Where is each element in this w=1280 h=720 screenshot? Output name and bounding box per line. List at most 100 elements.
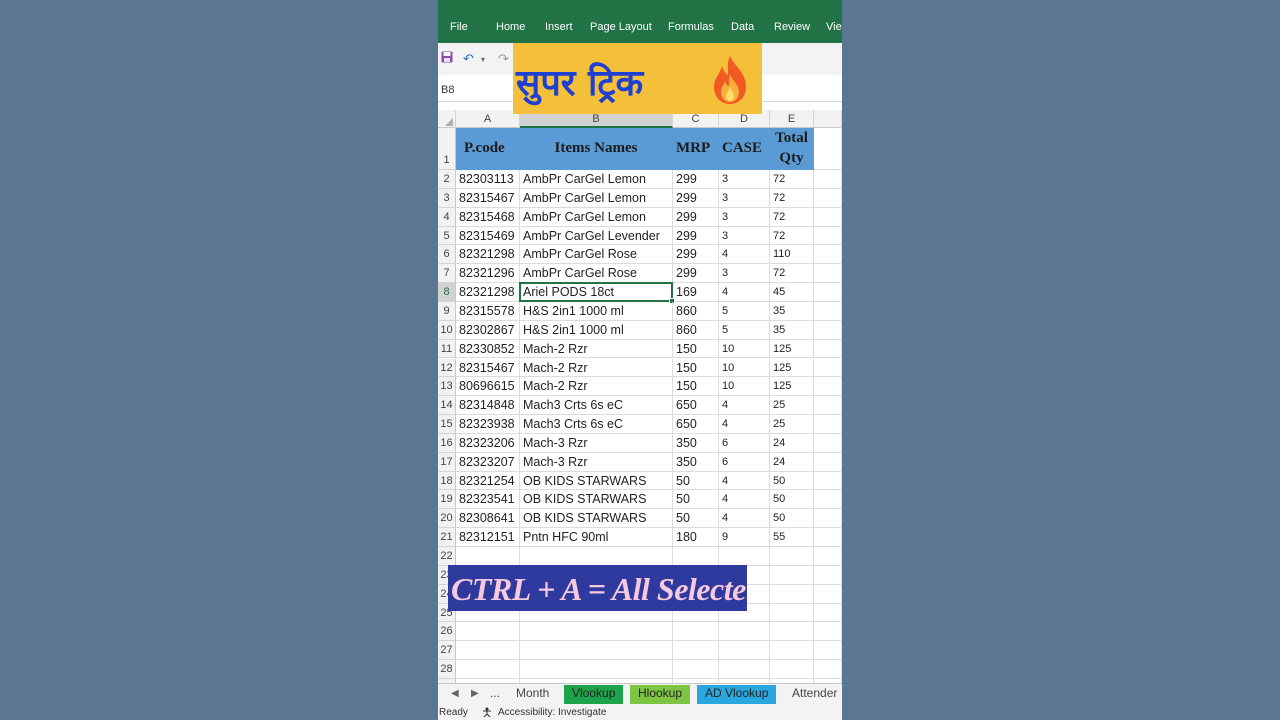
cell-case[interactable]: 3 (719, 226, 770, 246)
cell-code[interactable]: 82312151 (456, 528, 520, 547)
cell-code[interactable] (456, 622, 520, 642)
select-all-corner[interactable] (438, 110, 456, 128)
cell-code[interactable]: 82314848 (456, 396, 520, 416)
cell-mrp[interactable] (673, 641, 719, 661)
header-cell-case[interactable]: CASE (719, 128, 770, 170)
sheet-tab-hlookup[interactable]: Hlookup (630, 685, 691, 704)
ribbon-tab-home[interactable]: Home (496, 21, 525, 33)
cell-qty[interactable] (770, 603, 814, 623)
cell-case[interactable]: 10 (719, 377, 770, 397)
cell-mrp[interactable]: 299 (673, 264, 719, 284)
cell-case[interactable]: 6 (719, 452, 770, 472)
cell-name[interactable] (520, 547, 673, 566)
cell-f[interactable] (814, 490, 842, 510)
cell-case[interactable]: 3 (719, 207, 770, 227)
cell-name[interactable]: Mach-2 Rzr (520, 358, 673, 378)
cell-mrp[interactable]: 50 (673, 471, 719, 491)
cell-name[interactable]: Pntn HFC 90ml (520, 528, 673, 547)
cell-mrp[interactable]: 299 (673, 207, 719, 227)
cell-qty[interactable]: 45 (770, 283, 814, 302)
cell-mrp[interactable]: 50 (673, 509, 719, 529)
cell-name[interactable]: Mach-2 Rzr (520, 339, 673, 359)
cell-mrp[interactable]: 299 (673, 245, 719, 265)
row-number[interactable]: 27 (438, 641, 456, 661)
cell-name[interactable]: OB KIDS STARWARS (520, 509, 673, 529)
cell-code[interactable]: 80696615 (456, 377, 520, 397)
redo-icon[interactable]: ↷ (498, 51, 509, 67)
cell-qty[interactable]: 50 (770, 490, 814, 510)
cell-code[interactable]: 82321298 (456, 283, 520, 302)
name-box[interactable]: B8 (441, 84, 454, 96)
row-number[interactable]: 6 (438, 245, 456, 265)
row-number[interactable]: 17 (438, 452, 456, 472)
cell-mrp[interactable]: 150 (673, 377, 719, 397)
header-cell-mrp[interactable]: MRP (673, 128, 719, 170)
cell-qty[interactable]: 72 (770, 264, 814, 284)
header-cell-total-qty[interactable]: Total Qty (770, 128, 814, 170)
cell-qty[interactable]: 35 (770, 320, 814, 340)
cell-mrp[interactable]: 650 (673, 396, 719, 416)
cell-case[interactable]: 3 (719, 264, 770, 284)
cell-code[interactable]: 82323206 (456, 433, 520, 453)
undo-dropdown-icon[interactable]: ▾ (481, 55, 485, 64)
cell-f[interactable] (814, 377, 842, 397)
sheet-tab-attender[interactable]: Attender (784, 685, 842, 704)
cell-case[interactable] (719, 641, 770, 661)
cell-f[interactable] (814, 170, 842, 189)
row-number[interactable]: 22 (438, 547, 456, 566)
cell-case[interactable]: 4 (719, 509, 770, 529)
row-number[interactable]: 2 (438, 170, 456, 189)
cell-case[interactable]: 6 (719, 433, 770, 453)
cell-qty[interactable]: 55 (770, 528, 814, 547)
ribbon-tab-data[interactable]: Data (731, 21, 754, 33)
cell-mrp[interactable]: 150 (673, 358, 719, 378)
cell-code[interactable]: 82323207 (456, 452, 520, 472)
cell-case[interactable]: 4 (719, 283, 770, 302)
cell-f[interactable] (814, 245, 842, 265)
cell-code[interactable] (456, 641, 520, 661)
cell-code[interactable]: 82323938 (456, 415, 520, 434)
cell-f[interactable] (814, 452, 842, 472)
column-header-f[interactable] (814, 110, 842, 128)
cell-code[interactable]: 82303113 (456, 170, 520, 189)
cell-qty[interactable]: 110 (770, 245, 814, 265)
column-header-a[interactable]: A (456, 110, 520, 128)
cell-case[interactable]: 4 (719, 396, 770, 416)
sheet-tab-vlookup[interactable]: Vlookup (564, 685, 624, 704)
cell-case[interactable]: 4 (719, 471, 770, 491)
cell-f[interactable] (814, 547, 842, 566)
cell-name[interactable]: AmbPr CarGel Rose (520, 245, 673, 265)
cell-qty[interactable]: 72 (770, 170, 814, 189)
row-number[interactable]: 26 (438, 622, 456, 642)
cell-qty[interactable]: 24 (770, 433, 814, 453)
cell-name[interactable]: H&S 2in1 1000 ml (520, 320, 673, 340)
cell-case[interactable]: 4 (719, 490, 770, 510)
scroll-right-icon[interactable]: ▶ (471, 688, 479, 699)
cell-f[interactable] (814, 509, 842, 529)
cell-qty[interactable]: 35 (770, 301, 814, 321)
row-number[interactable]: 21 (438, 528, 456, 547)
cell-f[interactable] (814, 603, 842, 623)
row-number[interactable]: 13 (438, 377, 456, 397)
cell-case[interactable] (719, 660, 770, 679)
ribbon-tab-page-layout[interactable]: Page Layout (590, 21, 652, 33)
cell-code[interactable] (456, 660, 520, 679)
row-number[interactable]: 8 (438, 283, 456, 302)
cell-case[interactable] (719, 622, 770, 642)
cell-qty[interactable]: 125 (770, 339, 814, 359)
cell-code[interactable]: 82302867 (456, 320, 520, 340)
cell-mrp[interactable] (673, 547, 719, 566)
cell-mrp[interactable]: 350 (673, 452, 719, 472)
cell-code[interactable]: 82321296 (456, 264, 520, 284)
cell-mrp[interactable]: 299 (673, 226, 719, 246)
cell-f[interactable] (814, 320, 842, 340)
cell-name[interactable]: Mach-3 Rzr (520, 452, 673, 472)
cell-name[interactable]: AmbPr CarGel Levender (520, 226, 673, 246)
cell-mrp[interactable]: 180 (673, 528, 719, 547)
cell-f[interactable] (814, 396, 842, 416)
cell-f[interactable] (814, 622, 842, 642)
cell-qty[interactable] (770, 584, 814, 604)
cell-case[interactable]: 10 (719, 358, 770, 378)
cell-name[interactable] (520, 641, 673, 661)
cell-mrp[interactable]: 650 (673, 415, 719, 434)
